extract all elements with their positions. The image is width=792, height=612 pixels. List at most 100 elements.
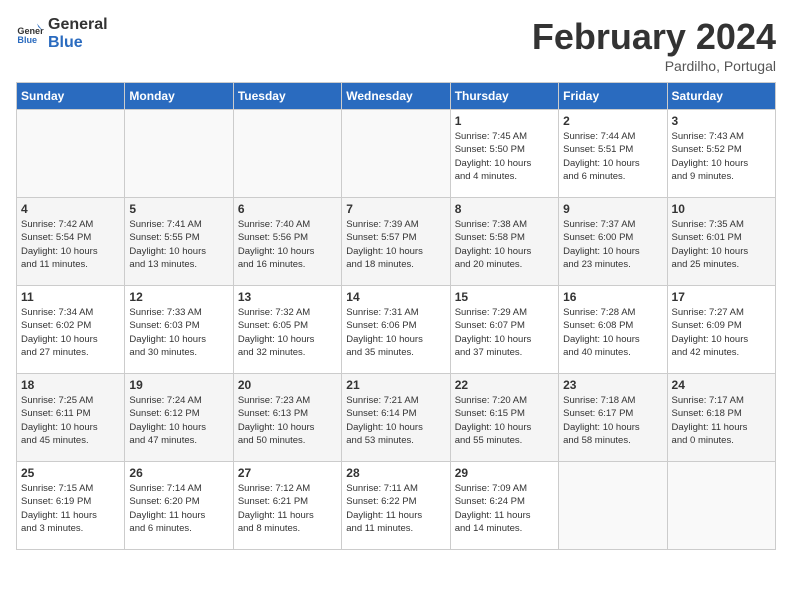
calendar-cell: 22 Sunrise: 7:20 AM Sunset: 6:15 PM Dayli… xyxy=(450,374,558,462)
calendar-cell: 27Sunrise: 7:12 AM Sunset: 6:21 PM Dayli… xyxy=(233,462,341,550)
day-number: 7 xyxy=(346,202,445,216)
day-info: Sunrise: 7:09 AM Sunset: 6:24 PM Dayligh… xyxy=(455,482,554,535)
day-info: Sunrise: 7:34 AM Sunset: 6:02 PM Dayligh… xyxy=(21,306,120,359)
location-subtitle: Pardilho, Portugal xyxy=(532,58,776,74)
header-wednesday: Wednesday xyxy=(342,83,450,110)
calendar-cell: 5Sunrise: 7:41 AM Sunset: 5:55 PM Daylig… xyxy=(125,198,233,286)
logo-general-text: General xyxy=(48,16,108,34)
page-header: General Blue General Blue February 2024 … xyxy=(16,16,776,74)
logo-blue-text: Blue xyxy=(48,34,108,52)
calendar-cell: 6 Sunrise: 7:40 AM Sunset: 5:56 PM Daylig… xyxy=(233,198,341,286)
day-info: Sunrise: 7:40 AM Sunset: 5:56 PM Dayligh… xyxy=(238,218,337,271)
day-info: Sunrise: 7:17 AM Sunset: 6:18 PM Dayligh… xyxy=(672,394,771,447)
calendar-cell: 19 Sunrise: 7:24 AM Sunset: 6:12 PM Dayli… xyxy=(125,374,233,462)
calendar-cell: 10 Sunrise: 7:35 AM Sunset: 6:01 PM Dayli… xyxy=(667,198,775,286)
day-number: 24 xyxy=(672,378,771,392)
calendar-cell: 24 Sunrise: 7:17 AM Sunset: 6:18 PM Dayli… xyxy=(667,374,775,462)
day-info: Sunrise: 7:32 AM Sunset: 6:05 PM Dayligh… xyxy=(238,306,337,359)
day-number: 23 xyxy=(563,378,662,392)
day-info: Sunrise: 7:27 AM Sunset: 6:09 PM Dayligh… xyxy=(672,306,771,359)
header-sunday: Sunday xyxy=(17,83,125,110)
day-info: Sunrise: 7:31 AM Sunset: 6:06 PM Dayligh… xyxy=(346,306,445,359)
day-number: 21 xyxy=(346,378,445,392)
day-info: Sunrise: 7:44 AM Sunset: 5:51 PM Dayligh… xyxy=(563,130,662,183)
day-number: 26 xyxy=(129,466,228,480)
calendar-cell xyxy=(233,110,341,198)
day-number: 8 xyxy=(455,202,554,216)
calendar-cell: 16Sunrise: 7:28 AM Sunset: 6:08 PM Dayli… xyxy=(559,286,667,374)
day-info: Sunrise: 7:29 AM Sunset: 6:07 PM Dayligh… xyxy=(455,306,554,359)
calendar-cell: 9Sunrise: 7:37 AM Sunset: 6:00 PM Daylig… xyxy=(559,198,667,286)
calendar-cell: 3Sunrise: 7:43 AM Sunset: 5:52 PM Daylig… xyxy=(667,110,775,198)
day-number: 16 xyxy=(563,290,662,304)
calendar-cell: 8 Sunrise: 7:38 AM Sunset: 5:58 PM Daylig… xyxy=(450,198,558,286)
calendar-cell: 25 Sunrise: 7:15 AM Sunset: 6:19 PM Dayli… xyxy=(17,462,125,550)
day-info: Sunrise: 7:25 AM Sunset: 6:11 PM Dayligh… xyxy=(21,394,120,447)
day-info: Sunrise: 7:21 AM Sunset: 6:14 PM Dayligh… xyxy=(346,394,445,447)
calendar-cell: 26 Sunrise: 7:14 AM Sunset: 6:20 PM Dayli… xyxy=(125,462,233,550)
day-info: Sunrise: 7:18 AM Sunset: 6:17 PM Dayligh… xyxy=(563,394,662,447)
day-number: 2 xyxy=(563,114,662,128)
calendar-cell: 28 Sunrise: 7:11 AM Sunset: 6:22 PM Dayli… xyxy=(342,462,450,550)
calendar-cell: 29Sunrise: 7:09 AM Sunset: 6:24 PM Dayli… xyxy=(450,462,558,550)
day-info: Sunrise: 7:38 AM Sunset: 5:58 PM Dayligh… xyxy=(455,218,554,271)
calendar-cell: 18 Sunrise: 7:25 AM Sunset: 6:11 PM Dayli… xyxy=(17,374,125,462)
header-friday: Friday xyxy=(559,83,667,110)
day-number: 17 xyxy=(672,290,771,304)
day-info: Sunrise: 7:20 AM Sunset: 6:15 PM Dayligh… xyxy=(455,394,554,447)
day-info: Sunrise: 7:42 AM Sunset: 5:54 PM Dayligh… xyxy=(21,218,120,271)
day-info: Sunrise: 7:45 AM Sunset: 5:50 PM Dayligh… xyxy=(455,130,554,183)
calendar-header-row: SundayMondayTuesdayWednesdayThursdayFrid… xyxy=(17,83,776,110)
calendar-table: SundayMondayTuesdayWednesdayThursdayFrid… xyxy=(16,82,776,550)
day-number: 18 xyxy=(21,378,120,392)
day-number: 27 xyxy=(238,466,337,480)
day-info: Sunrise: 7:33 AM Sunset: 6:03 PM Dayligh… xyxy=(129,306,228,359)
day-number: 9 xyxy=(563,202,662,216)
day-info: Sunrise: 7:24 AM Sunset: 6:12 PM Dayligh… xyxy=(129,394,228,447)
month-year-title: February 2024 xyxy=(532,16,776,58)
day-number: 6 xyxy=(238,202,337,216)
calendar-cell: 13 Sunrise: 7:32 AM Sunset: 6:05 PM Dayli… xyxy=(233,286,341,374)
calendar-cell: 2 Sunrise: 7:44 AM Sunset: 5:51 PM Daylig… xyxy=(559,110,667,198)
calendar-cell xyxy=(17,110,125,198)
day-info: Sunrise: 7:11 AM Sunset: 6:22 PM Dayligh… xyxy=(346,482,445,535)
header-monday: Monday xyxy=(125,83,233,110)
day-number: 20 xyxy=(238,378,337,392)
calendar-cell: 4 Sunrise: 7:42 AM Sunset: 5:54 PM Daylig… xyxy=(17,198,125,286)
header-thursday: Thursday xyxy=(450,83,558,110)
day-number: 10 xyxy=(672,202,771,216)
day-number: 19 xyxy=(129,378,228,392)
day-number: 13 xyxy=(238,290,337,304)
calendar-cell: 12 Sunrise: 7:33 AM Sunset: 6:03 PM Dayli… xyxy=(125,286,233,374)
day-number: 12 xyxy=(129,290,228,304)
calendar-cell: 23 Sunrise: 7:18 AM Sunset: 6:17 PM Dayli… xyxy=(559,374,667,462)
calendar-cell: 14 Sunrise: 7:31 AM Sunset: 6:06 PM Dayli… xyxy=(342,286,450,374)
day-number: 15 xyxy=(455,290,554,304)
calendar-cell xyxy=(559,462,667,550)
calendar-cell: 1 Sunrise: 7:45 AM Sunset: 5:50 PM Daylig… xyxy=(450,110,558,198)
calendar-cell: 17 Sunrise: 7:27 AM Sunset: 6:09 PM Dayli… xyxy=(667,286,775,374)
day-number: 5 xyxy=(129,202,228,216)
day-number: 22 xyxy=(455,378,554,392)
day-info: Sunrise: 7:39 AM Sunset: 5:57 PM Dayligh… xyxy=(346,218,445,271)
header-saturday: Saturday xyxy=(667,83,775,110)
day-number: 14 xyxy=(346,290,445,304)
day-info: Sunrise: 7:14 AM Sunset: 6:20 PM Dayligh… xyxy=(129,482,228,535)
header-tuesday: Tuesday xyxy=(233,83,341,110)
calendar-cell xyxy=(667,462,775,550)
calendar-cell: 11 Sunrise: 7:34 AM Sunset: 6:02 PM Dayli… xyxy=(17,286,125,374)
calendar-cell: 21 Sunrise: 7:21 AM Sunset: 6:14 PM Dayli… xyxy=(342,374,450,462)
day-number: 28 xyxy=(346,466,445,480)
calendar-week-1: 1 Sunrise: 7:45 AM Sunset: 5:50 PM Daylig… xyxy=(17,110,776,198)
day-number: 25 xyxy=(21,466,120,480)
day-info: Sunrise: 7:15 AM Sunset: 6:19 PM Dayligh… xyxy=(21,482,120,535)
calendar-cell: 20Sunrise: 7:23 AM Sunset: 6:13 PM Dayli… xyxy=(233,374,341,462)
calendar-cell xyxy=(125,110,233,198)
logo-icon: General Blue xyxy=(16,20,44,48)
day-number: 4 xyxy=(21,202,120,216)
calendar-week-2: 4 Sunrise: 7:42 AM Sunset: 5:54 PM Daylig… xyxy=(17,198,776,286)
day-number: 1 xyxy=(455,114,554,128)
day-number: 11 xyxy=(21,290,120,304)
day-info: Sunrise: 7:35 AM Sunset: 6:01 PM Dayligh… xyxy=(672,218,771,271)
calendar-cell: 7 Sunrise: 7:39 AM Sunset: 5:57 PM Daylig… xyxy=(342,198,450,286)
